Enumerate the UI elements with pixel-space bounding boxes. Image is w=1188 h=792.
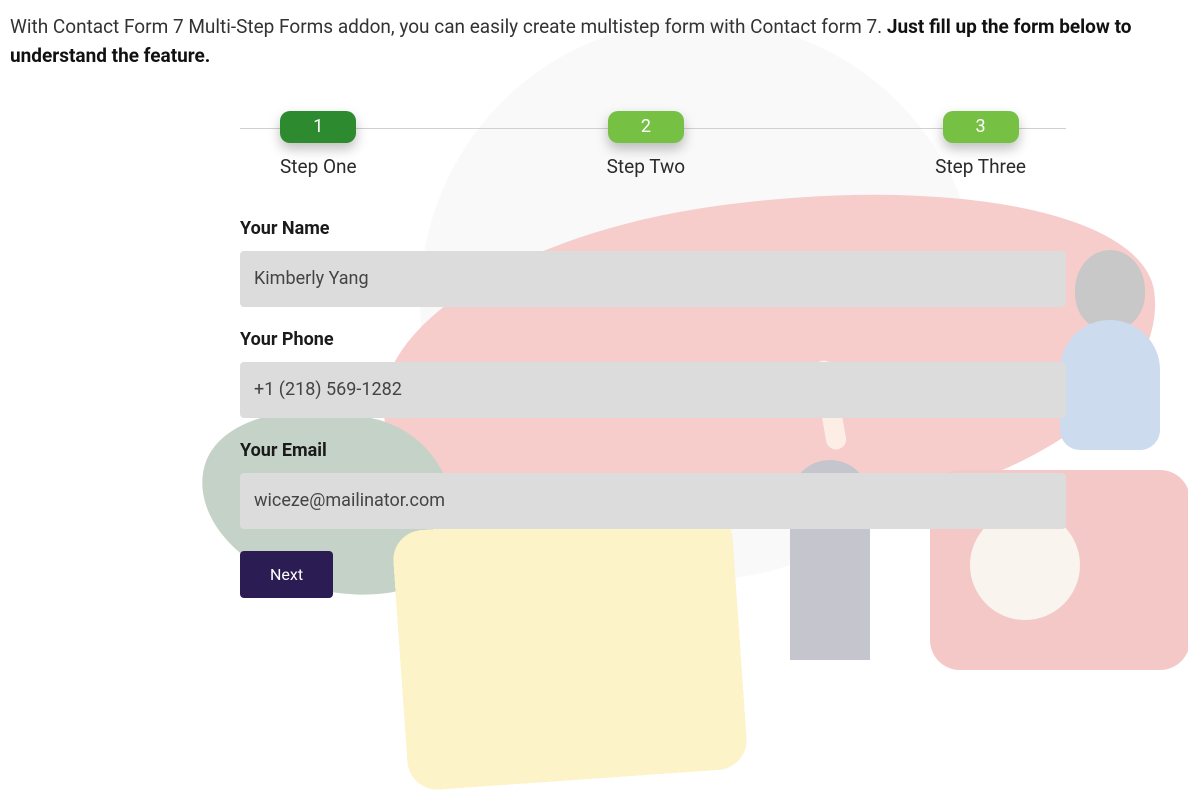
intro-normal: With Contact Form 7 Multi-Step Forms add… [10, 15, 887, 38]
phone-field-group: Your Phone [240, 329, 1066, 418]
step-badge: 3 [943, 111, 1019, 143]
step-label: Step One [280, 155, 357, 178]
multistep-form: 1 Step One 2 Step Two 3 Step Three Your … [122, 111, 1066, 598]
email-label: Your Email [240, 440, 1066, 461]
next-button[interactable]: Next [240, 551, 333, 598]
step-one[interactable]: 1 Step One [280, 111, 357, 178]
name-label: Your Name [240, 218, 1066, 239]
step-badge: 2 [608, 111, 684, 143]
email-field-group: Your Email [240, 440, 1066, 529]
step-label: Step Two [607, 155, 686, 178]
step-two[interactable]: 2 Step Two [607, 111, 686, 178]
phone-input[interactable] [240, 362, 1066, 418]
step-three[interactable]: 3 Step Three [935, 111, 1026, 178]
phone-label: Your Phone [240, 329, 1066, 350]
email-input[interactable] [240, 473, 1066, 529]
steps-indicator: 1 Step One 2 Step Two 3 Step Three [240, 111, 1066, 178]
step-label: Step Three [935, 155, 1026, 178]
intro-text: With Contact Form 7 Multi-Step Forms add… [10, 12, 1178, 71]
name-input[interactable] [240, 251, 1066, 307]
name-field-group: Your Name [240, 218, 1066, 307]
step-badge: 1 [280, 111, 356, 143]
